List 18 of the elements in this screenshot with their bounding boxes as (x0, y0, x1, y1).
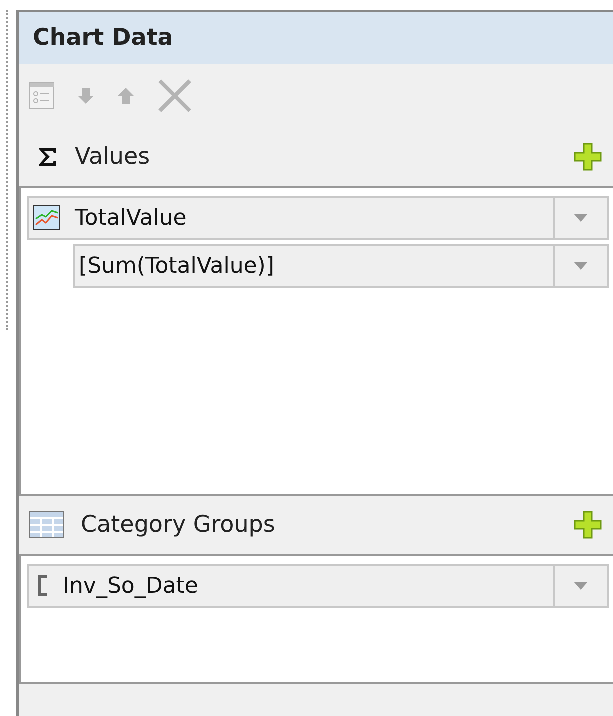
sum-icon (37, 146, 59, 168)
field-dropdown[interactable]: TotalValue (27, 196, 609, 240)
line-chart-icon (33, 205, 61, 231)
field-dropdown[interactable]: [Sum(TotalValue)] (73, 244, 609, 288)
dropdown-arrow-icon (573, 261, 589, 271)
field-label: [Sum(TotalValue)] (79, 254, 274, 278)
add-button[interactable] (573, 142, 603, 172)
field-dropdown[interactable]: Inv_So_Date (27, 564, 609, 608)
field-label: TotalValue (75, 206, 187, 230)
section-title: Category Groups (81, 512, 276, 538)
dropdown-arrow-icon (573, 581, 589, 591)
panel-title: Chart Data (33, 25, 174, 51)
add-button[interactable] (573, 510, 603, 540)
bracket-icon (37, 575, 49, 597)
table-icon (29, 511, 65, 539)
section-title: Values (75, 144, 152, 170)
field-label: Inv_So_Date (63, 574, 198, 598)
dropdown-arrow-icon (573, 213, 589, 223)
